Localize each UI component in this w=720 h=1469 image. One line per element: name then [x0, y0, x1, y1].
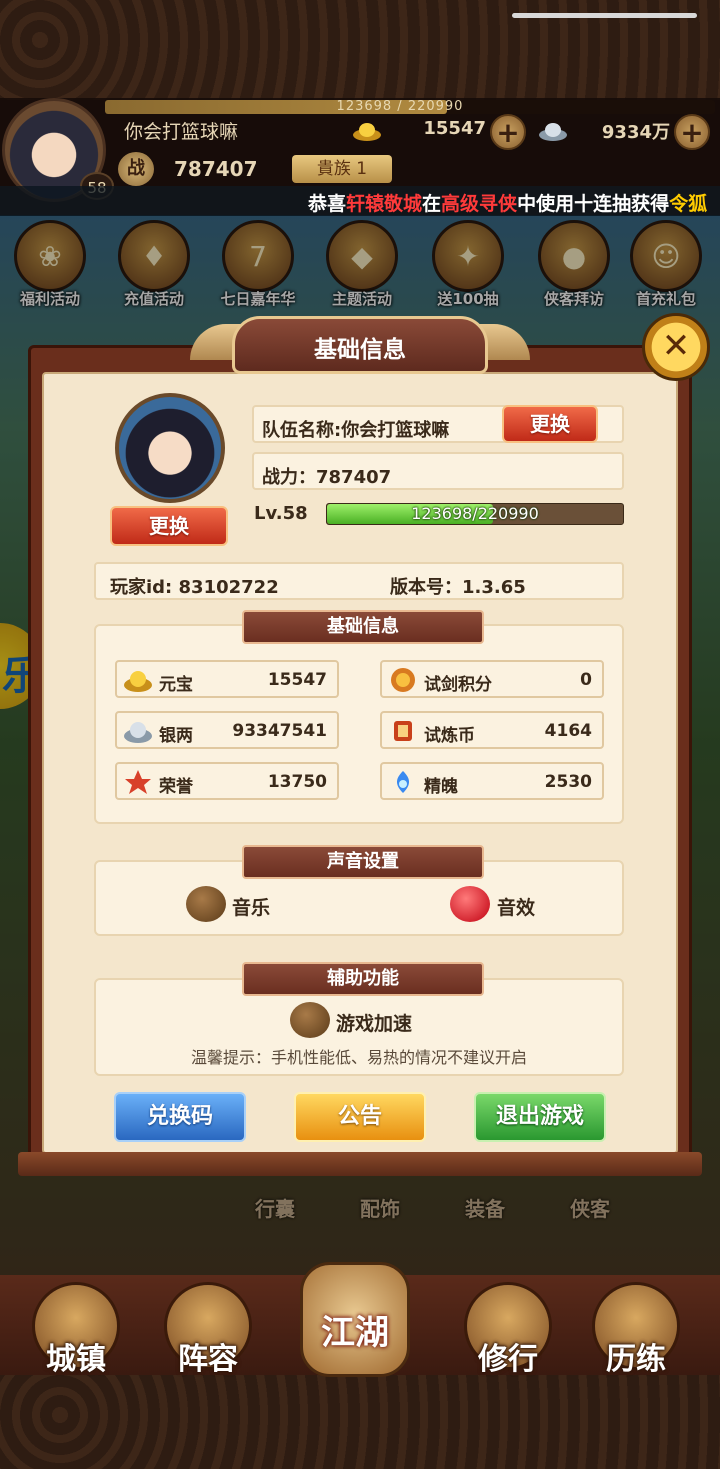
id-version-field: 玩家id: 83102722 版本号：1.3.65: [94, 562, 624, 600]
nav-trial[interactable]: 历练: [586, 1282, 686, 1377]
rename-button[interactable]: 更换: [502, 405, 598, 443]
ticker-mid1: 在: [422, 193, 442, 215]
sword-points-icon: [391, 668, 415, 692]
power-text: 战力：787407: [262, 467, 392, 488]
modal-title: 基础信息: [314, 337, 406, 363]
nav-jianghu[interactable]: 江湖: [300, 1262, 410, 1377]
resource-sword-points: 试剑积分 0: [380, 660, 604, 698]
power-value: 787407: [174, 157, 258, 181]
spirit-icon: [396, 771, 410, 793]
resource-value: 15547: [267, 670, 327, 690]
nav-label: 修行: [478, 1342, 538, 1377]
silver-amount: 9334万: [601, 122, 670, 143]
resource-value: 13750: [267, 772, 327, 792]
nav-label: 历练: [606, 1342, 666, 1377]
avatar-portrait: [115, 393, 225, 503]
nav-label: 阵容: [178, 1342, 238, 1377]
level-progress-text: 123698/220990: [411, 504, 539, 523]
add-gold-button[interactable]: +: [490, 114, 526, 150]
silver-ingot-icon: [124, 722, 152, 743]
level-progress-bar: 123698/220990: [326, 503, 624, 525]
power-icon: 战: [118, 152, 154, 186]
honor-icon: [125, 770, 151, 794]
modal-bottom-bar: [18, 1152, 702, 1176]
assist-banner: 辅助功能: [242, 962, 484, 996]
nav-label: 城镇: [46, 1342, 106, 1377]
basic-info-banner: 基础信息: [242, 610, 484, 644]
sfx-toggle[interactable]: [450, 886, 490, 922]
version: 版本号：1.3.65: [390, 577, 526, 598]
gold-ingot-icon: [124, 671, 152, 692]
player-id: 玩家id: 83102722: [110, 577, 279, 598]
close-icon[interactable]: ✕: [642, 313, 710, 381]
sfx-label: 音效: [497, 897, 536, 919]
bottom-background: [0, 1375, 720, 1469]
ticker-event: 高级寻侠: [441, 193, 518, 215]
level-text: Lv.58: [254, 503, 308, 524]
nav-town[interactable]: 城镇: [26, 1282, 126, 1377]
resource-value: 2530: [544, 772, 592, 792]
speedup-label: 游戏加速: [336, 1013, 413, 1035]
ticker-prefix: 恭喜: [308, 193, 347, 215]
team-name: 队伍名称:你会打篮球嘛: [262, 420, 450, 441]
resource-label: 精魄: [424, 777, 458, 797]
resource-label: 试剑积分: [424, 675, 492, 695]
nav-label: 江湖: [321, 1313, 389, 1353]
resource-label: 荣誉: [159, 777, 193, 797]
gold-amount: 15547: [423, 118, 486, 139]
resource-spirit: 精魄 2530: [380, 762, 604, 800]
music-toggle[interactable]: [186, 886, 226, 922]
resource-value: 0: [580, 670, 592, 690]
music-label: 音乐: [232, 897, 271, 919]
sound-banner: 声音设置: [242, 845, 484, 879]
add-silver-button[interactable]: +: [674, 114, 710, 150]
ticker-reward: 令狐: [669, 193, 708, 215]
warm-tip: 温馨提示：手机性能低、易热的情况不建议开启: [190, 1048, 527, 1067]
resource-honor: 荣誉 13750: [115, 762, 339, 800]
resource-silver: 银两 93347541: [115, 711, 339, 749]
power-field: 战力：787407: [252, 452, 624, 490]
status-bar-indicator: [512, 13, 697, 18]
resource-value: 4164: [544, 721, 592, 741]
nav-practice[interactable]: 修行: [458, 1282, 558, 1377]
nav-lineup[interactable]: 阵容: [158, 1282, 258, 1377]
redeem-code-button[interactable]: 兑换码: [114, 1092, 246, 1142]
exp-text: 123698 / 220990: [336, 99, 464, 114]
resource-gold: 元宝 15547: [115, 660, 339, 698]
resource-trial-coin: 试炼币 4164: [380, 711, 604, 749]
exit-game-button[interactable]: 退出游戏: [474, 1092, 606, 1142]
silver-ingot-icon: [539, 123, 567, 141]
notice-button[interactable]: 公告: [294, 1092, 426, 1142]
resource-label: 试炼币: [424, 726, 475, 746]
resource-label: 元宝: [159, 675, 193, 695]
noble-badge[interactable]: 貴族 1: [292, 155, 392, 183]
resource-label: 银两: [159, 726, 193, 746]
player-name: 你会打篮球嘛: [124, 121, 239, 143]
ticker-mid2: 中使用十连抽获得: [517, 193, 670, 215]
resource-value: 93347541: [232, 721, 327, 741]
trial-coin-icon: [394, 721, 412, 741]
gold-ingot-icon: [353, 123, 381, 141]
announcement-ticker: 恭喜轩辕敬城在高级寻侠中使用十连抽获得令狐: [0, 186, 720, 216]
ticker-player: 轩辕敬城: [346, 193, 423, 215]
speedup-toggle[interactable]: [290, 1002, 330, 1038]
change-avatar-button[interactable]: 更换: [110, 506, 228, 546]
